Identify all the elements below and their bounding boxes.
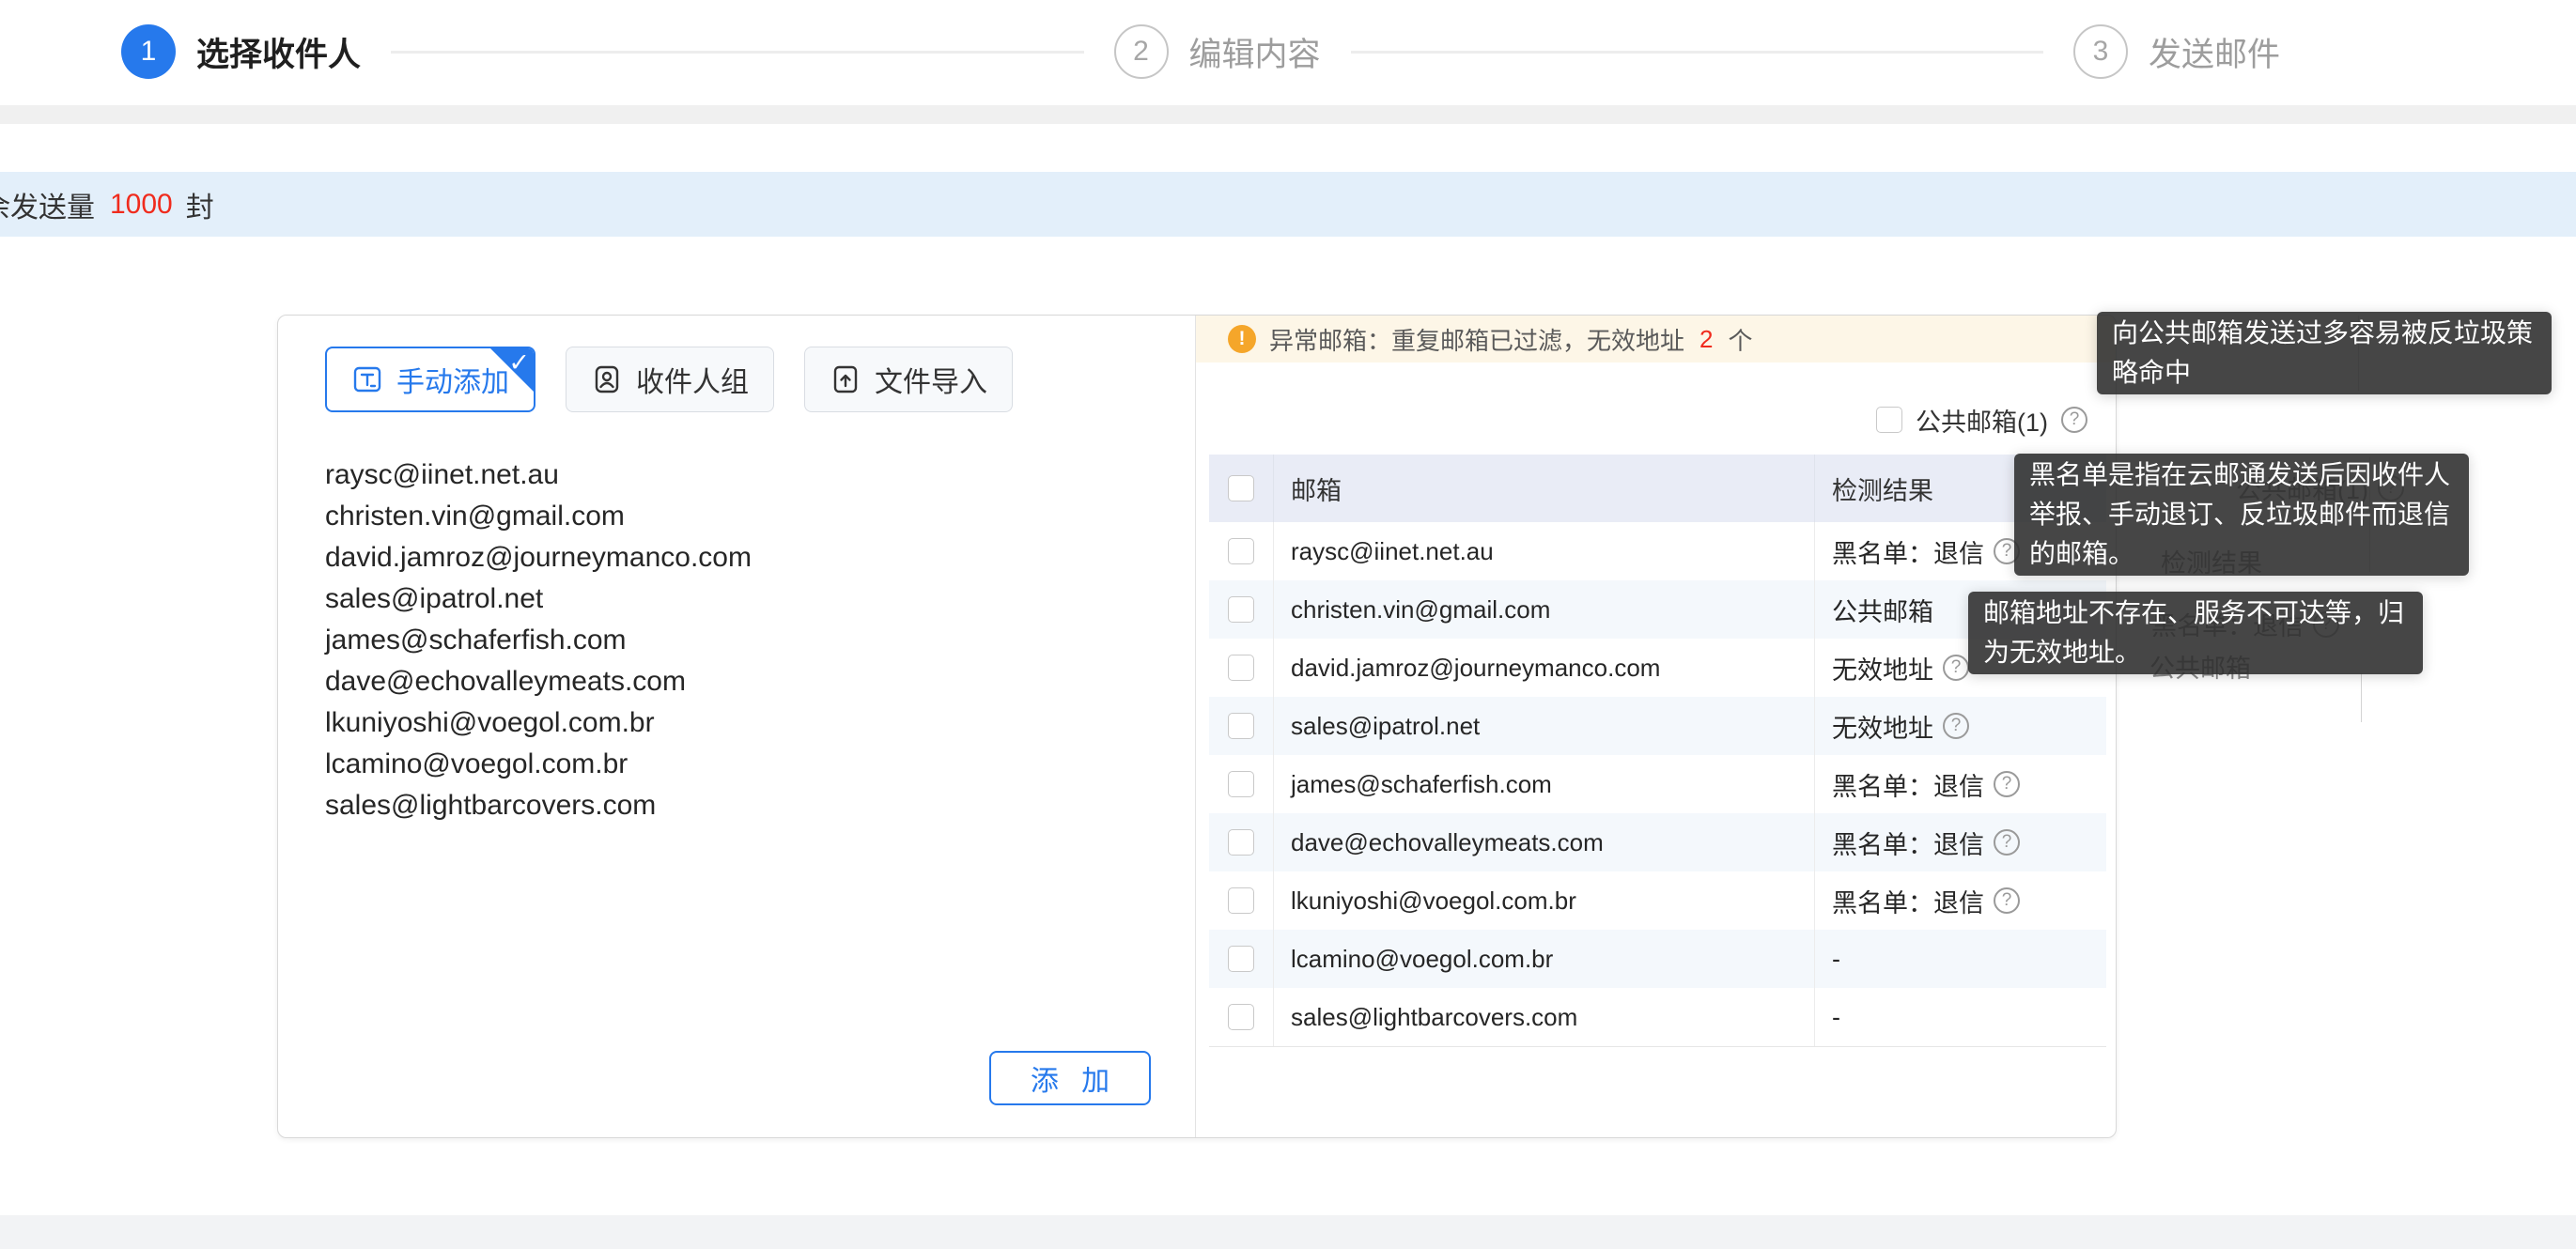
table-header: 邮箱 检测结果 (1209, 455, 2106, 522)
public-mailbox-help-icon[interactable]: ? (2061, 407, 2087, 433)
row-checkbox[interactable] (1228, 1004, 1254, 1030)
row-result: - (1814, 988, 2106, 1046)
tab-file-import[interactable]: 文件导入 (804, 347, 1013, 412)
table-row: lcamino@voegol.com.br- (1209, 930, 2106, 988)
recipient-group-icon (591, 363, 623, 395)
row-checkbox[interactable] (1228, 887, 1254, 914)
row-email: sales@lightbarcovers.com (1273, 988, 1814, 1046)
email-input-area[interactable]: raysc@iinet.net.auchristen.vin@gmail.com… (325, 455, 1195, 830)
add-mode-tabs: 手动添加 ✓ 收件人组 文件导入 (325, 347, 1195, 412)
table-row: dave@echovalleymeats.com黑名单：退信? (1209, 813, 2106, 871)
email-line: dave@echovalleymeats.com (325, 661, 1195, 702)
row-email: raysc@iinet.net.au (1273, 522, 1814, 580)
email-line: sales@lightbarcovers.com (325, 785, 1195, 826)
row-result: 黑名单：退信? (1814, 755, 2106, 813)
step-2-circle: 2 (1114, 24, 1169, 79)
row-checkbox[interactable] (1228, 538, 1254, 564)
add-button[interactable]: 添 加 (989, 1051, 1151, 1105)
email-line: lcamino@voegol.com.br (325, 744, 1195, 785)
help-icon[interactable]: ? (1943, 713, 1969, 739)
row-result: 黑名单：退信? (1814, 813, 2106, 871)
email-line: christen.vin@gmail.com (325, 496, 1195, 537)
abnormal-mailbox-warning: ! 异常邮箱：重复邮箱已过滤，无效地址 2 个 (1196, 316, 2116, 362)
step-select-recipients: 1 选择收件人 (121, 24, 361, 79)
tab-label: 手动添加 (396, 359, 509, 400)
email-line: sales@ipatrol.net (325, 578, 1195, 620)
tab-manual-add[interactable]: 手动添加 ✓ (325, 347, 535, 412)
help-icon[interactable]: ? (1994, 829, 2020, 856)
table-row: raysc@iinet.net.au黑名单：退信? (1209, 522, 2106, 580)
public-mailbox-tooltip: 向公共邮箱发送过多容易被反垃圾策略命中 (2097, 312, 2552, 394)
warning-text: 异常邮箱：重复邮箱已过滤，无效地址 (1269, 322, 1684, 357)
check-icon: ✓ (508, 348, 530, 378)
row-checkbox[interactable] (1228, 829, 1254, 856)
table-row: james@schaferfish.com黑名单：退信? (1209, 755, 2106, 813)
help-icon[interactable]: ? (1994, 887, 2020, 914)
email-line: raysc@iinet.net.au (325, 455, 1195, 496)
row-email: david.jamroz@journeymanco.com (1273, 639, 1814, 697)
email-line: lkuniyoshi@voegol.com.br (325, 702, 1195, 744)
row-email: james@schaferfish.com (1273, 755, 1814, 813)
row-result: - (1814, 930, 2106, 988)
recipient-input-section: 手动添加 ✓ 收件人组 文件导入 raysc@iinet.net.auchris (278, 316, 1196, 1137)
row-checkbox[interactable] (1228, 713, 1254, 739)
table-row: sales@lightbarcovers.com- (1209, 988, 2106, 1046)
help-icon[interactable]: ? (1994, 771, 2020, 797)
step-1-circle: 1 (121, 24, 176, 79)
step-edit-content: 2 编辑内容 (1114, 24, 1321, 79)
quota-prefix: 余发送量 (0, 184, 95, 225)
row-result: 黑名单：退信? (1814, 871, 2106, 930)
manual-add-icon (351, 363, 383, 395)
detection-result-section: ! 异常邮箱：重复邮箱已过滤，无效地址 2 个 公共邮箱(1) ? 邮箱 检测结… (1196, 316, 2116, 1137)
main-panel: 手动添加 ✓ 收件人组 文件导入 raysc@iinet.net.auchris (277, 315, 2117, 1138)
warning-icon: ! (1228, 325, 1256, 353)
bottom-band (0, 1215, 2576, 1249)
step-connector (391, 51, 1083, 54)
email-line: james@schaferfish.com (325, 620, 1195, 661)
quota-amount: 1000 (110, 189, 173, 221)
step-connector (1351, 51, 2043, 54)
file-import-icon (830, 363, 861, 395)
row-email: lkuniyoshi@voegol.com.br (1273, 871, 1814, 930)
email-line: david.jamroz@journeymanco.com (325, 537, 1195, 578)
row-checkbox[interactable] (1228, 596, 1254, 623)
row-checkbox[interactable] (1228, 655, 1254, 681)
row-email: lcamino@voegol.com.br (1273, 930, 1814, 988)
step-1-label: 选择收件人 (196, 28, 361, 76)
divider-band (0, 105, 2576, 124)
warning-suffix: 个 (1728, 322, 1752, 357)
detection-table: 邮箱 检测结果 raysc@iinet.net.au黑名单：退信?christe… (1209, 455, 2106, 1047)
row-email: sales@ipatrol.net (1273, 697, 1814, 755)
tab-label: 收件人组 (636, 359, 749, 400)
table-row: lkuniyoshi@voegol.com.br黑名单：退信? (1209, 871, 2106, 930)
row-checkbox[interactable] (1228, 771, 1254, 797)
select-all-checkbox[interactable] (1228, 475, 1254, 501)
public-mailbox-filter: 公共邮箱(1) ? (1196, 396, 2116, 443)
quota-suffix: 封 (186, 184, 214, 225)
tab-recipient-group[interactable]: 收件人组 (566, 347, 774, 412)
ghost-divider (2361, 673, 2362, 722)
step-2-label: 编辑内容 (1189, 28, 1321, 76)
tab-label: 文件导入 (875, 359, 987, 400)
public-mailbox-checkbox[interactable] (1876, 407, 1902, 433)
invalid-count: 2 (1699, 325, 1713, 354)
table-row: sales@ipatrol.net无效地址? (1209, 697, 2106, 755)
public-mailbox-label: 公共邮箱(1) (1916, 402, 2048, 439)
row-result: 无效地址? (1814, 697, 2106, 755)
wizard-stepper: 1 选择收件人 2 编辑内容 3 发送邮件 (0, 0, 2576, 103)
row-email: christen.vin@gmail.com (1273, 580, 1814, 639)
step-3-circle: 3 (2073, 24, 2128, 79)
step-send-mail: 3 发送邮件 (2073, 24, 2280, 79)
help-icon[interactable]: ? (1943, 655, 1969, 681)
step-3-label: 发送邮件 (2149, 28, 2280, 76)
row-checkbox[interactable] (1228, 946, 1254, 972)
send-quota-bar: 余发送量 1000 封 (0, 172, 2576, 237)
row-email: dave@echovalleymeats.com (1273, 813, 1814, 871)
column-header-email: 邮箱 (1273, 455, 1814, 522)
blacklist-tooltip: 黑名单是指在云邮通发送后因收件人举报、手动退订、反垃圾邮件而退信的邮箱。 (2014, 454, 2469, 576)
invalid-address-tooltip: 邮箱地址不存在、服务不可达等，归为无效地址。 (1968, 592, 2423, 674)
